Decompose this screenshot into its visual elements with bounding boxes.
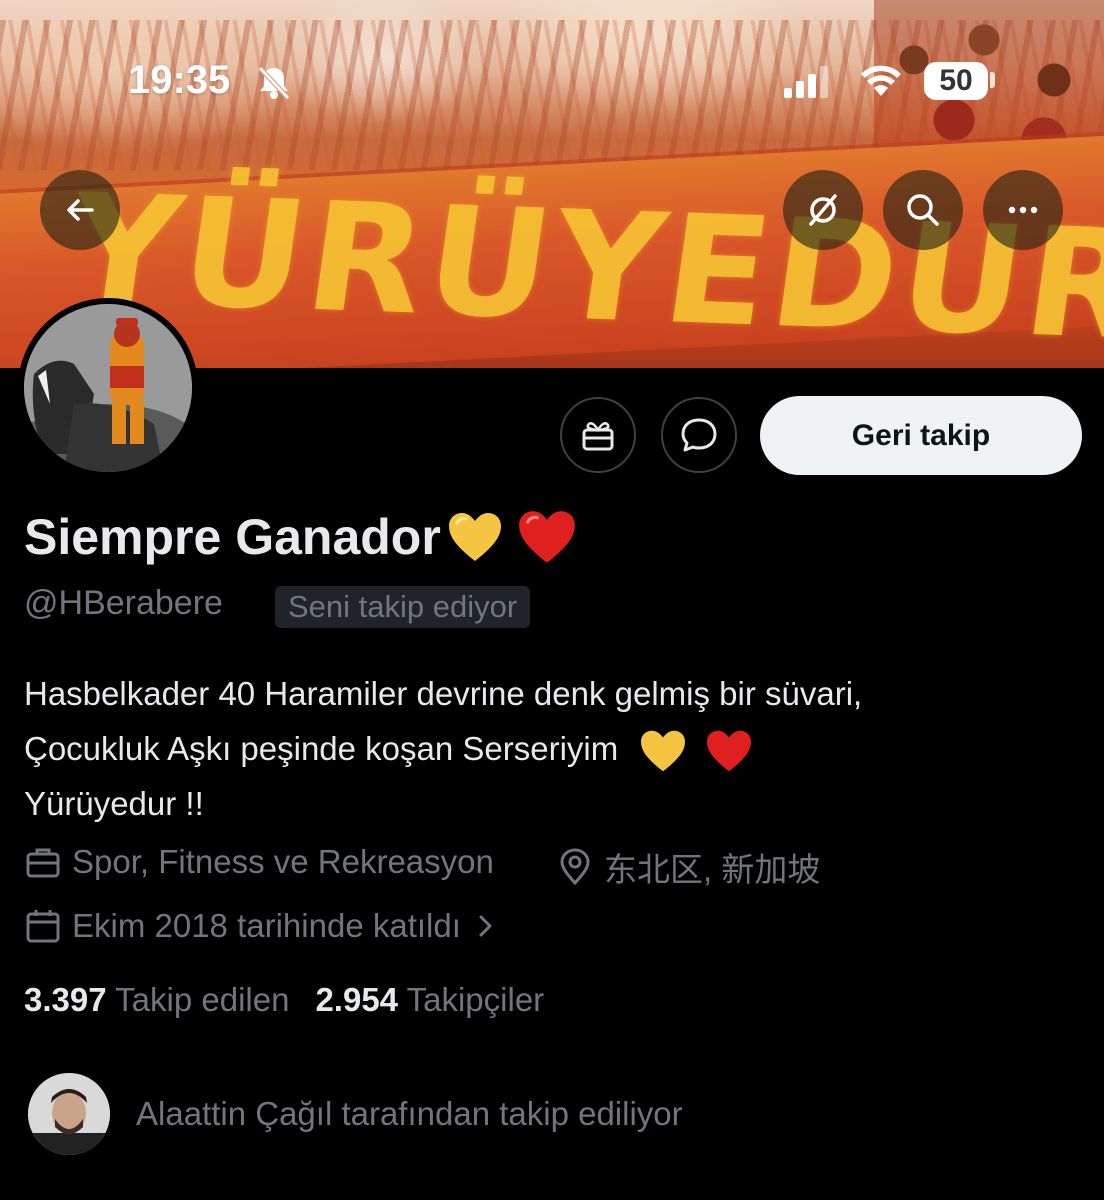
search-icon	[907, 194, 939, 226]
follow-back-button[interactable]: Geri takip	[760, 396, 1082, 475]
display-name: Siempre Ganador	[24, 509, 441, 565]
follower-photo	[28, 1073, 110, 1155]
bio-line-2: Çocukluk Aşkı peşinde koşan Serseriyim	[24, 730, 619, 767]
red-heart-icon	[706, 730, 751, 772]
grok-icon	[809, 194, 837, 226]
display-name-row: Siempre Ganador	[24, 508, 577, 566]
yellow-heart-icon	[641, 730, 686, 772]
following-count: 3.397	[24, 981, 107, 1018]
followers-link[interactable]: 2.954 Takipçiler	[315, 981, 544, 1018]
gift-button[interactable]	[560, 397, 636, 473]
briefcase-icon	[26, 848, 60, 878]
joined-text: Ekim 2018 tarihinde katıldı	[72, 907, 461, 944]
battery-tip	[990, 72, 995, 88]
followers-count: 2.954	[315, 981, 399, 1018]
profile-joined[interactable]: Ekim 2018 tarihinde katıldı	[24, 907, 499, 945]
user-handle: @HBerabere	[24, 584, 223, 622]
bell-slash-icon	[258, 66, 290, 100]
avatar-image	[24, 304, 192, 472]
status-time: 19:35	[128, 58, 231, 102]
following-link[interactable]: 3.397 Takip edilen	[24, 981, 289, 1018]
wifi-icon	[861, 65, 901, 96]
yellow-heart-icon	[448, 513, 501, 561]
category-text: Spor, Fitness ve Rekreasyon	[72, 843, 494, 880]
followers-label: Takipçiler	[406, 981, 545, 1018]
profile-category: Spor, Fitness ve Rekreasyon	[24, 843, 494, 881]
following-label: Takip edilen	[115, 981, 290, 1018]
gift-icon	[582, 422, 614, 451]
profile-location: 东北区, 新加坡	[556, 843, 820, 891]
location-pin-icon	[560, 848, 590, 886]
calendar-icon	[26, 910, 60, 943]
grok-button[interactable]	[783, 170, 863, 250]
back-button[interactable]	[40, 170, 120, 250]
battery-indicator: 50	[924, 62, 988, 100]
red-heart-icon	[518, 511, 575, 563]
chevron-right-icon	[479, 915, 492, 937]
profile-screen: YÜRÜYEDUR ! 19:35 50	[0, 0, 1104, 1200]
horse-rider-image	[24, 304, 192, 472]
more-button[interactable]	[983, 170, 1063, 250]
message-button[interactable]	[661, 397, 737, 473]
location-text: 东北区, 新加坡	[604, 851, 821, 888]
follower-avatar	[28, 1073, 110, 1155]
bio-line-1: Hasbelkader 40 Haramiler devrine denk ge…	[24, 675, 863, 712]
bio-line-2-row: Çocukluk Aşkı peşinde koşan Serseriyim	[24, 721, 1084, 776]
follow-stats: 3.397 Takip edilen 2.954 Takipçiler	[24, 981, 544, 1019]
follows-you-badge: Seni takip ediyor	[275, 586, 531, 628]
signal-icon	[784, 66, 828, 98]
message-icon	[681, 418, 717, 452]
profile-bio: Hasbelkader 40 Haramiler devrine denk ge…	[24, 666, 1084, 831]
followed-by-row[interactable]: Alaattin Çağıl tarafından takip ediliyor	[28, 1073, 683, 1155]
profile-avatar[interactable]	[18, 298, 198, 478]
more-horizontal-icon	[1008, 206, 1038, 214]
search-button[interactable]	[883, 170, 963, 250]
followed-by-text: Alaattin Çağıl tarafından takip ediliyor	[136, 1095, 683, 1132]
arrow-left-icon	[67, 199, 94, 221]
bio-line-3: Yürüyedur !!	[24, 785, 204, 822]
